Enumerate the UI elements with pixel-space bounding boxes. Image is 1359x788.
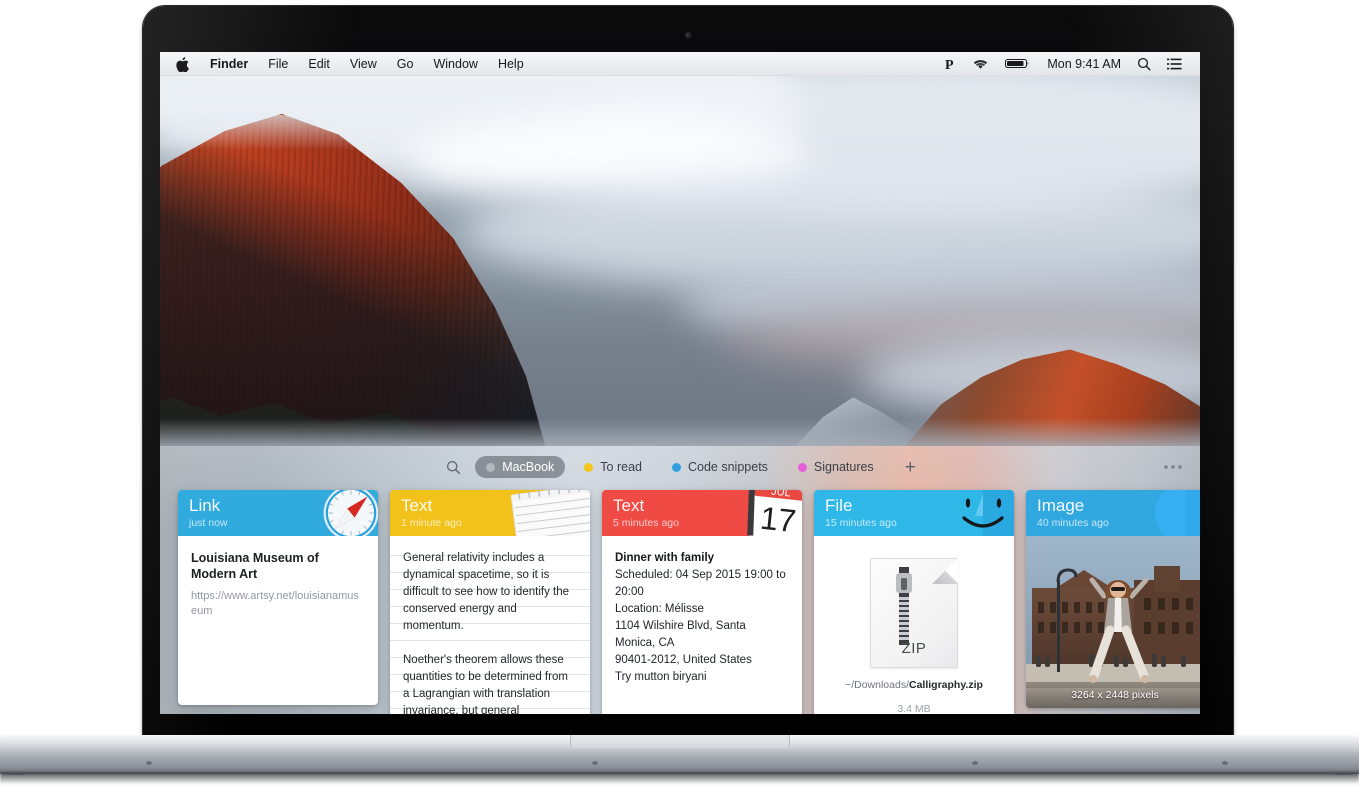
notification-center-icon[interactable] bbox=[1159, 58, 1190, 70]
tag-label: MacBook bbox=[502, 460, 555, 474]
card-title: Text bbox=[401, 496, 433, 515]
menu-item-help[interactable]: Help bbox=[488, 52, 534, 76]
search-icon[interactable] bbox=[432, 460, 475, 475]
svg-text:P: P bbox=[945, 58, 954, 71]
card-timestamp: 5 minutes ago bbox=[613, 517, 679, 529]
link-title: Louisiana Museum of Modern Art bbox=[191, 551, 319, 581]
image-caption: 3264 x 2448 pixels bbox=[1026, 684, 1200, 708]
laptop-base bbox=[0, 735, 1359, 785]
event-detail: 1104 Wilshire Blvd, Santa Monica, CA bbox=[615, 620, 746, 649]
tag-color-dot bbox=[797, 462, 807, 472]
file-path: ~/Downloads/Calligraphy.zip bbox=[827, 678, 1001, 693]
menu-item-window[interactable]: Window bbox=[423, 52, 487, 76]
card-header: Link just now bbox=[178, 490, 378, 536]
tag-label: Signatures bbox=[813, 460, 874, 474]
tag-color-dot bbox=[584, 462, 594, 472]
wifi-icon[interactable] bbox=[964, 57, 997, 70]
menu-bar-status-items: P Mon 9:41 AM bbox=[937, 57, 1190, 71]
menu-item-edit[interactable]: Edit bbox=[298, 52, 340, 76]
card-body: Louisiana Museum of Modern Art https://w… bbox=[178, 536, 378, 705]
card-timestamp: 1 minute ago bbox=[401, 517, 462, 529]
trackpad-notch bbox=[569, 735, 790, 749]
card-header: File 15 minutes ago bbox=[814, 490, 1014, 536]
menu-bar-clock[interactable]: Mon 9:41 AM bbox=[1039, 57, 1129, 71]
zipper-graphic bbox=[896, 567, 912, 645]
clipboard-panel: MacBook To read Code snippets Signatures bbox=[160, 446, 1200, 714]
card-header: JUL 17 Text 5 minutes ago bbox=[602, 490, 802, 536]
page-fold bbox=[932, 558, 958, 584]
event-detail: Try mutton biryani bbox=[615, 671, 707, 683]
clipboard-card-text-note[interactable]: Text 1 minute ago General relativity inc… bbox=[390, 490, 590, 714]
card-title: Text bbox=[613, 496, 645, 515]
screen: Finder File Edit View Go Window Help P M… bbox=[160, 52, 1200, 714]
menu-item-go[interactable]: Go bbox=[387, 52, 424, 76]
card-body: ZIP ~/Downloads/Calligraphy.zip bbox=[814, 536, 1014, 697]
card-header: Text 1 minute ago bbox=[390, 490, 590, 536]
tag-filter-signatures[interactable]: Signatures bbox=[787, 456, 885, 478]
add-tag-button[interactable]: + bbox=[893, 458, 928, 477]
image-preview: 3264 x 2448 pixels bbox=[1026, 536, 1200, 708]
clipboard-card-event[interactable]: JUL 17 Text 5 minutes ago Dinner with fa… bbox=[602, 490, 802, 714]
facetime-camera bbox=[684, 32, 692, 39]
event-title: Dinner with family bbox=[615, 552, 715, 564]
event-detail: 90401-2012, United States bbox=[615, 654, 752, 666]
menu-bar-items: Finder File Edit View Go Window Help bbox=[170, 52, 534, 76]
file-name: Calligraphy.zip bbox=[909, 679, 983, 691]
clipboard-card-image[interactable]: Image 40 minutes ago 3264 x 2448 pixels bbox=[1026, 490, 1200, 708]
clipboard-card-file[interactable]: File 15 minutes ago ZIP ~/Downloads/Call… bbox=[814, 490, 1014, 714]
card-body: Dinner with family Scheduled: 04 Sep 201… bbox=[602, 536, 802, 714]
card-timestamp: 40 minutes ago bbox=[1037, 517, 1109, 529]
card-timestamp: just now bbox=[189, 517, 228, 529]
more-options-icon[interactable] bbox=[1164, 465, 1182, 469]
card-footer: 3.4 MB bbox=[897, 703, 931, 714]
event-detail: Location: Mélisse bbox=[615, 603, 704, 615]
card-title: File bbox=[825, 496, 853, 515]
clipboard-card-link[interactable]: Link just now Louisiana Museum of Modern… bbox=[178, 490, 378, 705]
apple-menu-icon[interactable] bbox=[170, 52, 200, 76]
menu-item-view[interactable]: View bbox=[340, 52, 387, 76]
text-paragraph: General relativity includes a dynamical … bbox=[403, 552, 569, 632]
menu-item-file[interactable]: File bbox=[258, 52, 298, 76]
tag-filter-code-snippets[interactable]: Code snippets bbox=[661, 456, 779, 478]
tag-filter-to-read[interactable]: To read bbox=[573, 456, 653, 478]
pocket-icon[interactable]: P bbox=[937, 57, 964, 71]
clipboard-card-list: Link just now Louisiana Museum of Modern… bbox=[178, 490, 1200, 714]
text-paragraph: Noether's theorem allows these quantitie… bbox=[403, 654, 568, 714]
tag-filter-macbook[interactable]: MacBook bbox=[475, 456, 566, 478]
macbook-mockup: Finder File Edit View Go Window Help P M… bbox=[0, 0, 1359, 788]
menu-bar: Finder File Edit View Go Window Help P M… bbox=[160, 52, 1200, 76]
tag-label: To read bbox=[600, 460, 642, 474]
photo-content bbox=[1026, 536, 1200, 708]
menu-item-finder[interactable]: Finder bbox=[200, 52, 258, 76]
card-title: Image bbox=[1037, 496, 1085, 515]
event-detail: Scheduled: 04 Sep 2015 19:00 to 20:00 bbox=[615, 569, 786, 598]
desktop-wallpaper bbox=[160, 52, 1200, 446]
zip-label: ZIP bbox=[901, 640, 927, 657]
card-timestamp: 15 minutes ago bbox=[825, 517, 897, 529]
tag-color-dot bbox=[486, 462, 496, 472]
zip-file-icon: ZIP bbox=[870, 558, 958, 668]
battery-icon[interactable] bbox=[997, 57, 1039, 70]
panel-toolbar: MacBook To read Code snippets Signatures bbox=[160, 446, 1200, 488]
card-header: Image 40 minutes ago bbox=[1026, 490, 1200, 536]
card-body: General relativity includes a dynamical … bbox=[390, 536, 590, 714]
file-path-prefix: ~/Downloads/ bbox=[845, 679, 909, 691]
spotlight-search-icon[interactable] bbox=[1129, 57, 1159, 71]
tag-label: Code snippets bbox=[688, 460, 768, 474]
link-url[interactable]: https://www.artsy.net/louisianamuseum bbox=[191, 589, 365, 619]
card-title: Link bbox=[189, 496, 221, 515]
tag-color-dot bbox=[672, 462, 681, 472]
